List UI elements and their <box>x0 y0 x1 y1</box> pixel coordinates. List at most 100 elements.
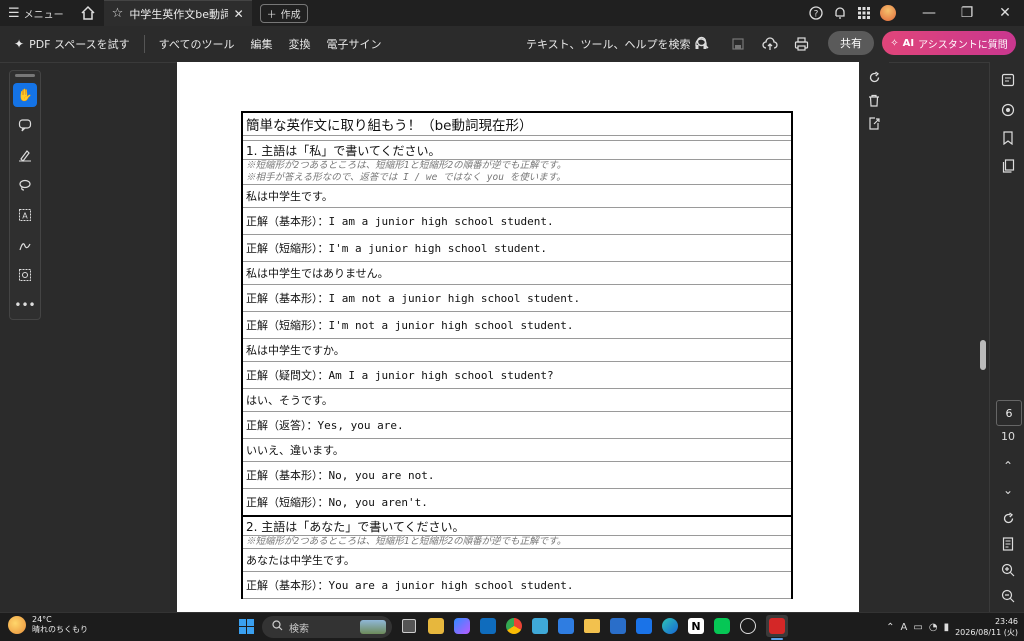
fit-page-icon[interactable] <box>996 532 1020 556</box>
ai-summary-icon[interactable] <box>996 68 1020 92</box>
print-icon[interactable] <box>789 32 813 56</box>
clock-date: 2026/08/11 (火) <box>955 628 1018 637</box>
edge-like-app-icon[interactable] <box>610 618 626 634</box>
battery-icon[interactable]: ▮ <box>944 622 950 633</box>
title-bar: ☰ メニュー ☆ 中学生英作文be動詞... ✕ ＋ 作成 ? — ❐ ✕ <box>0 0 1024 26</box>
create-button[interactable]: ＋ 作成 <box>259 3 308 23</box>
line-app-icon[interactable] <box>714 618 730 634</box>
pages-thumbnails-icon[interactable] <box>996 154 1020 178</box>
todo-app-icon[interactable] <box>558 618 574 634</box>
e-sign-button[interactable]: 電子サイン <box>318 36 389 52</box>
main-toolbar: ✦ PDF スペースを試す すべてのツール 編集 変換 電子サイン テキスト、ツ… <box>0 26 1024 63</box>
chevron-down-icon[interactable]: ⌄ <box>996 478 1020 502</box>
palette-grip[interactable] <box>15 74 35 77</box>
rotate-icon[interactable] <box>863 66 885 88</box>
star-icon[interactable]: ☆ <box>112 6 124 21</box>
tray-chevron-up-icon[interactable]: ⌃ <box>886 622 894 633</box>
pdf-space-label: PDF スペースを試す <box>29 38 130 51</box>
tray-device-icon[interactable]: ▭ <box>913 622 922 633</box>
bell-icon[interactable] <box>828 1 852 25</box>
weather-widget[interactable]: 24°C 晴れのちくもり <box>8 615 88 635</box>
comment-icon[interactable] <box>13 113 37 137</box>
chatgpt-app-icon[interactable] <box>740 618 756 634</box>
answer-row: 正解（返答）：Yes, you are. <box>241 411 793 439</box>
outlook-app-icon[interactable] <box>480 618 496 634</box>
pdf-space-button[interactable]: ✦ PDF スペースを試す <box>0 36 138 52</box>
convert-button[interactable]: 変換 <box>280 36 318 52</box>
task-view-icon[interactable] <box>402 619 416 633</box>
worksheet-title: 簡単な英作文に取り組もう！（be動詞現在形） <box>241 111 793 136</box>
more-options-icon[interactable]: ••• <box>13 293 37 317</box>
share-button[interactable]: 共有 <box>828 31 874 55</box>
home-icon[interactable] <box>76 1 100 25</box>
notepad-app-icon[interactable] <box>532 618 548 634</box>
answer-text: 正解（返答）：Yes, you are. <box>241 411 793 439</box>
answer-text: 正解（基本形）：I am not a junior high school st… <box>241 284 793 312</box>
file-explorer-app-icon[interactable] <box>584 619 600 633</box>
taskbar-search[interactable]: 検索 <box>262 616 392 638</box>
copilot-app-icon[interactable] <box>454 618 470 634</box>
chevron-up-icon[interactable]: ⌃ <box>996 454 1020 478</box>
mail-app-icon[interactable] <box>636 618 652 634</box>
highlighter-icon[interactable] <box>13 143 37 167</box>
chrome-app-icon[interactable] <box>506 618 522 634</box>
apps-grid-icon[interactable] <box>852 1 876 25</box>
signature-icon[interactable] <box>13 233 37 257</box>
search-label: テキスト、ツール、ヘルプを検索 <box>526 38 691 51</box>
svg-text:A: A <box>22 212 28 221</box>
minimize-button[interactable]: — <box>910 0 948 26</box>
scrollbar-thumb[interactable] <box>980 340 986 370</box>
svg-text:?: ? <box>814 10 819 20</box>
japanese-prompt: 私は中学生ではありません。 <box>241 261 793 285</box>
japanese-prompt: 私は中学生です。 <box>241 184 793 208</box>
notion-app-icon[interactable]: N <box>688 618 704 634</box>
sparkle-icon: ✦ <box>14 37 25 51</box>
all-tools-button[interactable]: すべてのツール <box>151 36 243 52</box>
help-icon[interactable]: ? <box>804 1 828 25</box>
ai-assistant-label: アシスタントに質問 <box>918 39 1008 51</box>
clock-time: 23:46 <box>994 617 1018 626</box>
start-icon[interactable] <box>239 619 254 637</box>
network-icon[interactable]: ◔ <box>929 622 938 633</box>
stamp-image-icon[interactable] <box>13 263 37 287</box>
temperature: 24°C <box>32 615 52 624</box>
left-tool-palette: ✋ A ••• <box>9 70 41 320</box>
close-window-button[interactable]: ✕ <box>986 0 1024 26</box>
hand-tool-icon[interactable]: ✋ <box>13 83 37 107</box>
toolbar-divider <box>143 35 145 53</box>
headphones-icon[interactable] <box>689 32 713 56</box>
edge-app-icon[interactable] <box>662 618 678 634</box>
vertical-scrollbar[interactable] <box>978 62 988 612</box>
zoom-in-icon[interactable] <box>996 558 1020 582</box>
current-page-field[interactable]: 6 <box>996 400 1022 426</box>
system-tray: ⌃ A ▭ ◔ ▮ 23:46 2026/08/11 (火) <box>886 613 1024 641</box>
widgets-app-icon[interactable] <box>428 618 444 634</box>
japanese-prompt: 私は中学生ですか。 <box>241 338 793 362</box>
acrobat-app-icon[interactable] <box>766 615 788 637</box>
edit-button[interactable]: 編集 <box>242 36 280 52</box>
extract-page-icon[interactable] <box>863 112 885 134</box>
text-box-icon[interactable]: A <box>13 203 37 227</box>
lasso-icon[interactable] <box>13 173 37 197</box>
clock[interactable]: 23:46 2026/08/11 (火) <box>955 616 1018 638</box>
zoom-out-icon[interactable] <box>996 584 1020 608</box>
taskbar-search-placeholder: 検索 <box>289 623 309 635</box>
menu-button[interactable]: ☰ メニュー <box>0 0 72 26</box>
comment-panel-icon[interactable] <box>996 98 1020 122</box>
avatar[interactable] <box>876 1 900 25</box>
restore-button[interactable]: ❐ <box>948 0 986 26</box>
close-tab-icon[interactable]: ✕ <box>234 7 244 21</box>
upload-cloud-icon[interactable] <box>758 32 782 56</box>
ai-assistant-button[interactable]: ✧ AI アシスタントに質問 <box>882 31 1016 55</box>
bookmark-icon[interactable] <box>996 126 1020 150</box>
hamburger-icon: ☰ <box>8 5 20 21</box>
tab-title: 中学生英作文be動詞... <box>129 7 228 21</box>
refresh-icon[interactable] <box>996 506 1020 530</box>
save-icon[interactable] <box>726 32 750 56</box>
ime-indicator[interactable]: A <box>901 622 908 633</box>
answer-text: 正解（基本形）：I am a junior high school studen… <box>241 207 793 235</box>
trash-icon[interactable] <box>863 89 885 111</box>
document-tab[interactable]: ☆ 中学生英作文be動詞... ✕ <box>103 0 252 26</box>
search-box[interactable]: テキスト、ツール、ヘルプを検索 <box>526 26 709 62</box>
answer-text: 正解（短縮形）：I'm a junior high school student… <box>241 234 793 262</box>
